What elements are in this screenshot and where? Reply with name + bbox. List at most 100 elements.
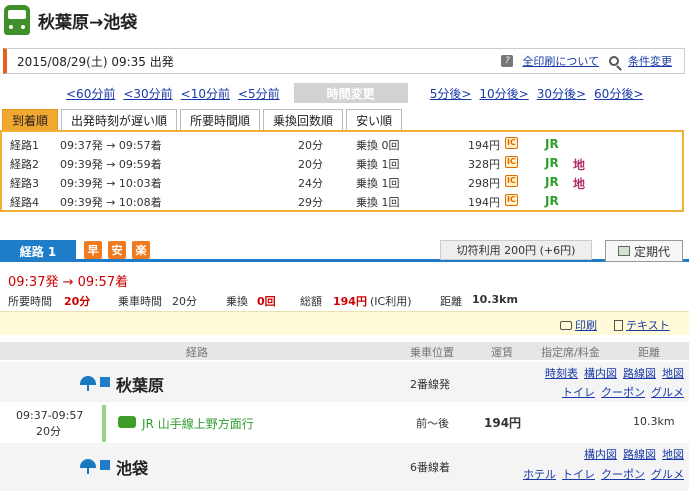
coupon-link[interactable]: クーポン xyxy=(601,386,645,399)
train-icon xyxy=(4,5,30,35)
toilet-link[interactable]: トイレ xyxy=(562,468,595,481)
route-list: 経路1 09:37発 → 09:57着 20分 乗換 0回 194円 IC JR… xyxy=(0,130,684,212)
tab-late-departure[interactable]: 出発時刻が遅い順 xyxy=(61,109,178,130)
gourmet-link[interactable]: グルメ xyxy=(651,386,684,399)
tab-duration[interactable]: 所要時間順 xyxy=(180,109,261,130)
station-marker-icon xyxy=(100,460,110,470)
col-reserved: 指定席/料金 xyxy=(541,346,600,359)
tab-arrival[interactable]: 到着順 xyxy=(2,109,59,130)
time-plus-60[interactable]: 60分後> xyxy=(594,85,643,102)
route-fare: 194円 xyxy=(468,139,500,152)
route-fare: 194円 xyxy=(468,196,500,209)
route-time: 09:39発 → 09:59着 xyxy=(60,158,162,171)
map-link[interactable]: 地図 xyxy=(662,448,684,461)
route-detail-header: 経路 1 早 安 楽 切符利用 200円 (+6円) 定期代 xyxy=(0,240,689,262)
tab-transfers[interactable]: 乗換回数順 xyxy=(263,109,344,130)
map-link[interactable]: 地図 xyxy=(662,367,684,380)
time-minus-10[interactable]: <10分前 xyxy=(181,85,230,102)
route-transfers: 乗換 1回 xyxy=(356,196,400,209)
station-map-link[interactable]: 構内図 xyxy=(584,367,617,380)
coupon-link[interactable]: クーポン xyxy=(601,468,645,481)
segment-distance: 10.3km xyxy=(633,415,675,428)
text-link[interactable]: テキスト xyxy=(626,317,670,333)
total-time-label: 所要時間 xyxy=(8,295,52,308)
ride-time-value: 20分 xyxy=(172,295,197,308)
weather-umbrella-icon xyxy=(80,376,96,391)
pass-icon xyxy=(617,246,630,256)
route-map-link[interactable]: 路線図 xyxy=(623,367,656,380)
arrival-platform: 6番線着 xyxy=(410,461,450,474)
toilet-link[interactable]: トイレ xyxy=(562,386,595,399)
change-conditions-link[interactable]: 条件変更 xyxy=(628,53,672,69)
print-all-link[interactable]: 全印刷について xyxy=(522,53,599,69)
departure-platform: 2番線発 xyxy=(410,378,450,391)
tab-cheapest[interactable]: 安い順 xyxy=(346,109,403,130)
col-fare: 運賃 xyxy=(491,346,513,359)
ride-time-label: 乗車時間 xyxy=(118,295,162,308)
time-plus-30[interactable]: 30分後> xyxy=(537,85,586,102)
departure-station-name[interactable]: 秋葉原 xyxy=(116,372,164,396)
time-minus-30[interactable]: <30分前 xyxy=(123,85,172,102)
arrival-station: 池袋 6番線着 構内図 路線図 地図 ホテル トイレ クーポン グルメ xyxy=(0,443,689,491)
route-row[interactable]: 経路2 09:39発 → 09:59着 20分 乗換 1回 328円 IC JR… xyxy=(2,153,682,172)
print-link[interactable]: 印刷 xyxy=(575,317,597,333)
distance-label: 距離 xyxy=(440,295,462,308)
sort-tabs: 到着順 出発時刻が遅い順 所要時間順 乗換回数順 安い順 xyxy=(0,109,689,130)
jr-label: JR xyxy=(545,137,559,151)
route-map-link[interactable]: 路線図 xyxy=(623,448,656,461)
route-line xyxy=(102,405,106,442)
transfer-label: 乗換 xyxy=(226,295,248,308)
gourmet-link[interactable]: グルメ xyxy=(651,468,684,481)
ic-card-icon: IC xyxy=(505,137,518,149)
subway-label: 地 xyxy=(573,158,586,172)
easiest-badge: 楽 xyxy=(132,241,150,259)
route-duration: 20分 xyxy=(298,158,323,171)
station-marker-icon xyxy=(100,377,110,387)
route-row[interactable]: 経路3 09:39発 → 10:03着 24分 乗換 1回 298円 IC JR… xyxy=(2,172,682,191)
time-plus-10[interactable]: 10分後> xyxy=(479,85,528,102)
route-summary-time: 09:37発 → 09:57着 xyxy=(8,275,129,290)
distance-value: 10.3km xyxy=(472,293,518,306)
train-icon xyxy=(118,416,136,428)
page-header: 秋葉原→池袋 xyxy=(0,0,689,40)
hotel-link[interactable]: ホテル xyxy=(523,468,556,481)
segment-position: 前〜後 xyxy=(416,417,449,430)
ic-card-icon: IC xyxy=(505,175,518,187)
time-change-label: 時間変更 xyxy=(293,83,408,103)
route-duration: 20分 xyxy=(298,139,323,152)
route-transfers: 乗換 0回 xyxy=(356,139,400,152)
help-icon: ? xyxy=(501,55,514,67)
route-time: 09:39発 → 10:08着 xyxy=(60,196,162,209)
segment-line[interactable]: JR 山手線上野方面行 xyxy=(142,415,254,432)
fare-value: 194円 xyxy=(333,295,367,308)
route-row[interactable]: 経路1 09:37発 → 09:57着 20分 乗換 0回 194円 IC JR xyxy=(2,134,682,153)
time-minus-5[interactable]: <5分前 xyxy=(238,85,280,102)
segment-duration: 20分 xyxy=(36,425,61,438)
timetable-link[interactable]: 時刻表 xyxy=(545,367,578,380)
route-transfers: 乗換 1回 xyxy=(356,158,400,171)
total-time-value: 20分 xyxy=(64,295,91,308)
time-plus-5[interactable]: 5分後> xyxy=(430,85,472,102)
cheapest-badge: 安 xyxy=(108,241,126,259)
col-distance: 距離 xyxy=(638,346,660,359)
time-minus-60[interactable]: <60分前 xyxy=(66,85,115,102)
commuter-pass-button[interactable]: 定期代 xyxy=(605,240,683,262)
route-row[interactable]: 経路4 09:39発 → 10:08着 29分 乗換 1回 194円 IC JR xyxy=(2,191,682,210)
printer-icon xyxy=(560,320,572,330)
text-icon xyxy=(614,319,623,331)
station-map-link[interactable]: 構内図 xyxy=(584,448,617,461)
route-name: 経路2 xyxy=(10,158,39,171)
weather-umbrella-icon xyxy=(80,459,96,474)
jr-label: JR xyxy=(545,156,559,170)
arrival-station-name[interactable]: 池袋 xyxy=(116,455,148,479)
fare-note: (IC利用) xyxy=(370,295,412,308)
route-time: 09:37発 → 09:57着 xyxy=(60,139,162,152)
departure-station: 秋葉原 2番線発 時刻表 構内図 路線図 地図 トイレ クーポン グルメ xyxy=(0,362,689,402)
ticket-fare-note: 切符利用 200円 (+6円) xyxy=(440,240,592,260)
col-route: 経路 xyxy=(186,346,208,359)
fastest-badge: 早 xyxy=(84,241,102,259)
route-transfers: 乗換 1回 xyxy=(356,177,400,190)
route-detail-tab[interactable]: 経路 1 xyxy=(0,240,76,262)
col-position: 乗車位置 xyxy=(410,346,454,359)
route-name: 経路4 xyxy=(10,196,39,209)
